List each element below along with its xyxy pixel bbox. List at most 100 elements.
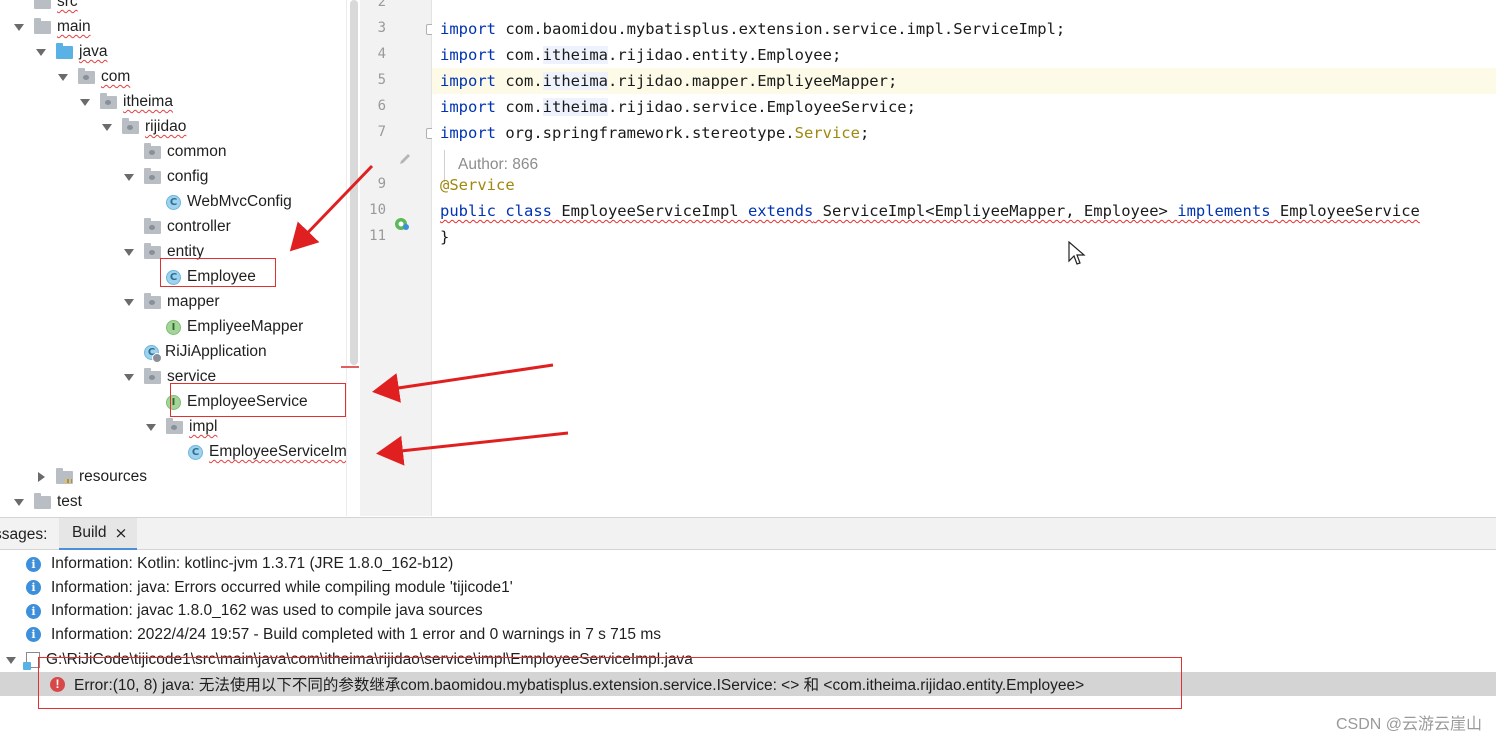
- package-icon: [144, 292, 161, 309]
- tree-item-label: RiJiApplication: [165, 343, 267, 360]
- chevron-down-icon[interactable]: [36, 47, 46, 57]
- code-token: public class: [440, 202, 552, 220]
- tree-item-label: resources: [79, 468, 148, 485]
- code-line[interactable]: import com.itheima.rijidao.service.Emplo…: [440, 94, 916, 120]
- package-icon: [78, 67, 95, 84]
- code-token: @Service: [440, 176, 515, 194]
- highlight-box-employee: [160, 258, 276, 287]
- highlight-box-employee-service: [170, 383, 346, 417]
- chevron-down-icon[interactable]: [102, 122, 112, 132]
- code-line[interactable]: }: [440, 224, 449, 250]
- chevron-down-icon[interactable]: [58, 72, 68, 82]
- tree-item-controller[interactable]: controller: [124, 215, 231, 239]
- chevron-down-icon[interactable]: [14, 497, 24, 507]
- code-line[interactable]: import com.itheima.rijidao.mapper.Empliy…: [440, 68, 897, 94]
- folder-icon: [34, 17, 51, 34]
- watermark: CSDN @云游云崖山: [1335, 716, 1482, 733]
- package-icon: [144, 167, 161, 184]
- tree-item-rijidao[interactable]: rijidao: [102, 115, 186, 139]
- implementation-gutter-icon[interactable]: [394, 216, 410, 232]
- tree-item-mapper[interactable]: mapper: [124, 290, 220, 314]
- package-icon: [144, 142, 161, 159]
- build-info-text: Information: javac 1.8.0_162 was used to…: [51, 602, 483, 619]
- tree-item-resources[interactable]: resources: [36, 465, 147, 489]
- build-output-panel[interactable]: G:\RiJiCode\tijicode1\src\main\java\com\…: [0, 550, 1496, 742]
- code-token: com.: [496, 72, 543, 90]
- line-number: 6: [377, 98, 386, 114]
- tree-item-main[interactable]: main: [14, 15, 91, 39]
- build-info-row[interactable]: i Information: java: Errors occurred whil…: [26, 576, 513, 600]
- chevron-right-icon[interactable]: [36, 472, 46, 482]
- code-line[interactable]: @Service: [440, 172, 515, 198]
- tree-scrollbar-thumb[interactable]: [350, 0, 358, 365]
- code-token: extends: [747, 202, 814, 220]
- chevron-down-icon[interactable]: [124, 372, 134, 382]
- code-line[interactable]: import com.baomidou.mybatisplus.extensio…: [440, 16, 1065, 42]
- tree-item-label: common: [167, 143, 227, 160]
- package-icon: [100, 92, 117, 109]
- package-icon: [166, 417, 183, 434]
- line-number: 4: [377, 46, 386, 62]
- pencil-icon: [400, 154, 410, 164]
- tab-build-label: Build: [72, 524, 107, 541]
- code-token: import: [440, 72, 496, 90]
- tree-item-label: WebMvcConfig: [187, 193, 292, 210]
- code-token: ServiceImpl<EmpliyeeMapper, Employee>: [813, 202, 1178, 220]
- spring-boot-app-icon: C: [144, 344, 162, 363]
- code-token: EmployeeServiceImpl: [551, 202, 748, 220]
- tree-item-src[interactable]: src: [14, 0, 78, 14]
- build-info-row[interactable]: i Information: 2022/4/24 19:57 - Build co…: [26, 623, 661, 647]
- code-line[interactable]: import org.springframework.stereotype.Se…: [440, 120, 869, 146]
- chevron-down-icon[interactable]: [124, 247, 134, 257]
- editor-gutter: 2 3 4 5 6 7 9 10 11: [360, 0, 436, 516]
- tree-item-webmvcconfig[interactable]: C WebMvcConfig: [146, 190, 292, 214]
- code-token: implements: [1177, 202, 1271, 220]
- tree-item-label: com: [101, 68, 131, 85]
- code-token: }: [440, 228, 450, 246]
- resources-folder-icon: [56, 467, 73, 484]
- tree-item-common[interactable]: common: [124, 140, 226, 164]
- code-token: Service: [794, 124, 860, 142]
- close-icon[interactable]: ×: [114, 524, 127, 542]
- tree-item-label: test: [57, 493, 82, 510]
- tree-item-rijiapplication[interactable]: C RiJiApplication: [124, 340, 267, 364]
- chevron-down-icon[interactable]: [124, 172, 134, 182]
- code-token: .rijidao.mapper.EmpliyeeMapper;: [608, 72, 898, 90]
- tree-item-label: config: [167, 168, 209, 185]
- tree-item-config[interactable]: config: [124, 165, 208, 189]
- build-info-row[interactable]: i Information: javac 1.8.0_162 was used t…: [26, 599, 483, 623]
- build-info-row[interactable]: i Information: Kotlin: kotlinc-jvm 1.3.71…: [26, 552, 453, 576]
- messages-label: ssages:: [0, 526, 48, 543]
- tree-item-test[interactable]: test: [14, 490, 82, 514]
- chevron-down-icon[interactable]: [80, 97, 90, 107]
- interface-icon: I: [166, 319, 181, 335]
- tree-item-label: src: [57, 0, 78, 10]
- tree-item-com[interactable]: com: [58, 65, 130, 89]
- highlight-box-error: [38, 657, 1182, 709]
- chevron-down-icon[interactable]: [6, 655, 16, 665]
- build-info-text: Information: 2022/4/24 19:57 - Build com…: [51, 625, 662, 643]
- tree-item-java[interactable]: java: [36, 40, 107, 64]
- line-number: 3: [377, 20, 386, 36]
- code-line[interactable]: import com.itheima.rijidao.entity.Employ…: [440, 42, 841, 68]
- tree-item-impl[interactable]: impl: [146, 415, 217, 439]
- info-icon: i: [26, 627, 41, 642]
- line-number: 7: [377, 124, 386, 140]
- code-line[interactable]: public class EmployeeServiceImpl extends…: [440, 198, 1420, 224]
- chevron-down-icon[interactable]: [14, 22, 24, 32]
- tree-item-employeeserviceim[interactable]: C EmployeeServiceIm: [168, 440, 346, 464]
- code-editor[interactable]: Author: 866 import com.baomidou.mybatisp…: [432, 0, 1496, 516]
- chevron-down-icon[interactable]: [124, 297, 134, 307]
- package-icon: [122, 117, 139, 134]
- tree-item-empliyeemapper[interactable]: I EmpliyeeMapper: [146, 315, 303, 339]
- source-folder-icon: [56, 42, 73, 59]
- chevron-down-icon[interactable]: [146, 422, 156, 432]
- tree-item-itheima[interactable]: itheima: [80, 90, 173, 114]
- tree-scrollbar[interactable]: [341, 0, 360, 516]
- tab-build[interactable]: Build ×: [59, 518, 137, 551]
- line-number: 9: [377, 176, 386, 192]
